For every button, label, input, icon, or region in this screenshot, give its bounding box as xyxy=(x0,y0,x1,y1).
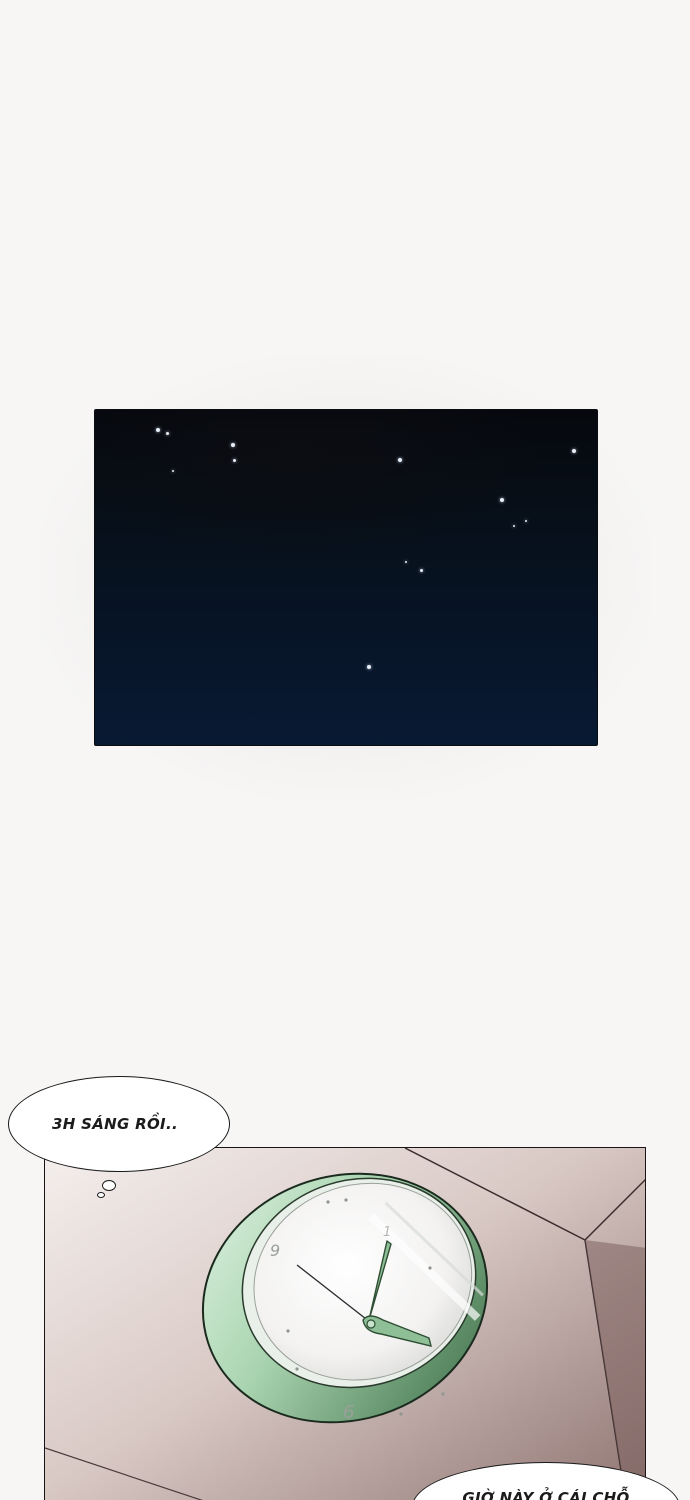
star xyxy=(525,520,527,522)
thought-dot-small xyxy=(97,1192,105,1198)
star xyxy=(500,498,504,502)
clock-panel: 9 6 1 xyxy=(44,1147,646,1500)
comic-page: 9 6 1 3H SÁNG RỒI.. GIỜ NÀY Ở CÁI CHỖ xyxy=(0,0,690,1500)
star xyxy=(398,458,402,462)
clock-illustration: 9 6 1 xyxy=(45,1148,645,1500)
night-sky-panel xyxy=(94,409,598,746)
star xyxy=(367,665,371,669)
clock-numeral-twelve: 1 xyxy=(383,1225,391,1240)
star xyxy=(572,449,576,453)
speech-bubble-text: 3H SÁNG RỒI.. xyxy=(52,1115,178,1133)
star xyxy=(166,432,169,435)
star xyxy=(405,561,407,563)
star xyxy=(513,525,515,527)
clock-tick xyxy=(428,1266,432,1270)
clock-tick xyxy=(344,1198,348,1202)
star xyxy=(156,428,160,432)
clock-tick xyxy=(295,1367,299,1371)
speech-bubble-time: 3H SÁNG RỒI.. xyxy=(8,1076,230,1172)
clock-tick xyxy=(441,1392,445,1396)
clock-numeral-six: 6 xyxy=(343,1402,354,1423)
star xyxy=(233,459,236,462)
clock-tick xyxy=(399,1412,403,1416)
star xyxy=(172,470,174,472)
speech-bubble-text: GIỜ NÀY Ở CÁI CHỖ xyxy=(462,1489,630,1500)
thought-dot-large xyxy=(102,1180,116,1191)
star xyxy=(420,569,423,572)
clock-tick xyxy=(286,1329,290,1333)
star xyxy=(231,443,235,447)
clock-center-pin xyxy=(366,1319,376,1329)
clock-tick xyxy=(326,1200,330,1204)
clock-numeral-nine: 9 xyxy=(270,1241,280,1260)
